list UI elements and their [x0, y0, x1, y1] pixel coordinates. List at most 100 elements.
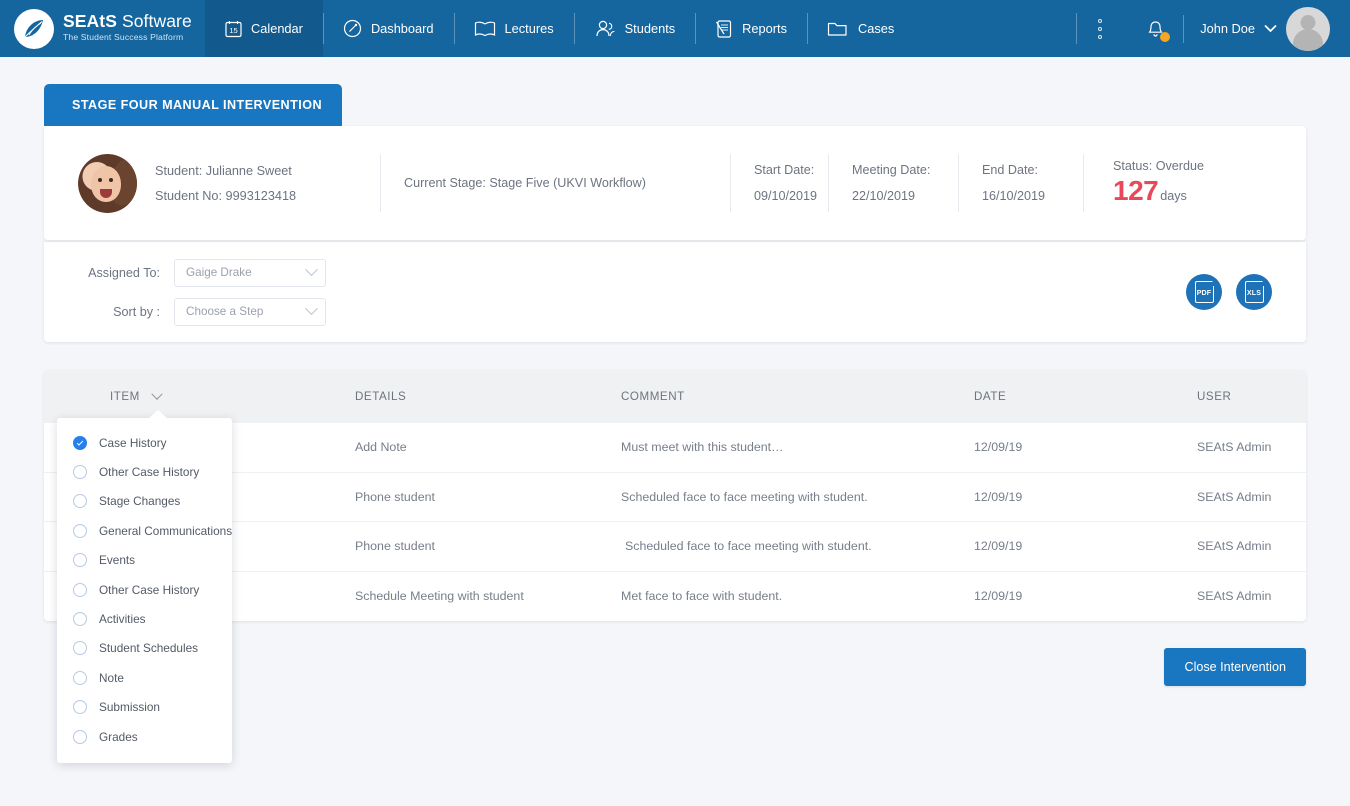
- svg-text:15: 15: [229, 26, 237, 35]
- nav-item-dashboard[interactable]: Dashboard: [322, 0, 454, 57]
- dropdown-option-events[interactable]: Events: [57, 546, 232, 575]
- pdf-file-icon: PDF: [1194, 280, 1215, 303]
- photo-mouth: [100, 188, 112, 198]
- cell-user: SEAtS Admin: [1197, 489, 1272, 504]
- dropdown-option-general-communications[interactable]: General Communications: [57, 516, 232, 545]
- close-intervention-button[interactable]: Close Intervention: [1164, 648, 1306, 686]
- avatar[interactable]: [1286, 6, 1330, 51]
- gauge-icon: [343, 19, 362, 38]
- nav-label-lectures: Lectures: [504, 21, 554, 36]
- dropdown-option-case-history[interactable]: Case History: [57, 428, 232, 457]
- student-number: Student No: 9993123418: [155, 188, 297, 203]
- dropdown-option-label: Activities: [99, 612, 146, 627]
- report-icon: [715, 19, 733, 39]
- stage-banner: STAGE FOUR MANUAL INTERVENTION: [44, 84, 342, 126]
- student-info-card: Student: Julianne Sweet Student No: 9993…: [44, 126, 1306, 240]
- export-xls-button[interactable]: XLS: [1236, 274, 1272, 310]
- radio-icon: [73, 494, 87, 509]
- table-row[interactable]: Phone student Scheduled face to face mee…: [44, 473, 1306, 522]
- dot-3: [1098, 34, 1103, 39]
- student-identity-block: Student: Julianne Sweet Student No: 9993…: [44, 126, 380, 240]
- avatar-head: [1300, 14, 1316, 30]
- student-photo: [78, 153, 137, 213]
- sort-by-label: Sort by :: [113, 304, 160, 319]
- nav-label-dashboard: Dashboard: [370, 21, 434, 36]
- nav-label-reports: Reports: [742, 21, 787, 36]
- end-date-value: 16/10/2019: [982, 189, 1046, 203]
- radio-icon: [73, 729, 87, 744]
- column-header-details: DETAILS: [355, 390, 407, 403]
- cell-date: 12/09/19: [974, 489, 1023, 504]
- item-filter-dropdown[interactable]: Case History Other Case History Stage Ch…: [57, 409, 232, 764]
- table-row[interactable]: Phone student Scheduled face to face mee…: [44, 522, 1306, 572]
- dropdown-option-submission[interactable]: Submission: [57, 693, 232, 722]
- sort-by-row: Sort by : Choose a Step: [78, 297, 326, 326]
- dropdown-option-stage-changes[interactable]: Stage Changes: [57, 487, 232, 516]
- footer-actions: Close Intervention: [44, 648, 1306, 686]
- radio-icon: [73, 465, 87, 480]
- brand-logo[interactable]: SEAtS Software The Student Success Platf…: [0, 0, 205, 57]
- dropdown-option-student-schedules[interactable]: Student Schedules: [57, 634, 232, 663]
- table-row[interactable]: Schedule Meeting with student Met face t…: [44, 572, 1306, 622]
- meeting-date-label: Meeting Date:: [852, 163, 931, 177]
- status-cell: Status: Overdue 127 days: [1083, 126, 1228, 240]
- dropdown-option-grades[interactable]: Grades: [57, 722, 232, 751]
- cell-details: Schedule Meeting with student: [355, 589, 524, 604]
- dropdown-option-note[interactable]: Note: [57, 663, 232, 692]
- start-date-cell: Start Date: 09/10/2019: [730, 126, 828, 240]
- dropdown-option-other-case-history[interactable]: Other Case History: [57, 457, 232, 486]
- dropdown-option-label: Note: [99, 670, 124, 685]
- filter-card: Assigned To: Gaige Drake Sort by : Choos…: [44, 241, 1306, 342]
- page-content: STAGE FOUR MANUAL INTERVENTION Student: …: [0, 84, 1350, 764]
- assigned-to-value: Gaige Drake: [186, 266, 252, 279]
- chevron-down-icon[interactable]: [151, 388, 163, 400]
- overdue-days-count: 127: [1113, 175, 1159, 206]
- user-menu[interactable]: John Doe: [1184, 6, 1340, 51]
- dropdown-option-activities[interactable]: Activities: [57, 604, 232, 633]
- dropdown-option-label: Student Schedules: [99, 641, 199, 656]
- cell-user: SEAtS Admin: [1197, 440, 1272, 455]
- assigned-to-select[interactable]: Gaige Drake: [174, 258, 326, 287]
- column-header-date: DATE: [974, 390, 1007, 403]
- nav-label-cases: Cases: [857, 21, 895, 36]
- filter-controls: Assigned To: Gaige Drake Sort by : Choos…: [78, 258, 326, 326]
- dropdown-option-other-case-history-2[interactable]: Other Case History: [57, 575, 232, 604]
- dot-1: [1098, 18, 1103, 23]
- radio-icon: [73, 612, 87, 627]
- export-pdf-label: PDF: [1196, 290, 1212, 297]
- table-row[interactable]: Add Note Must meet with this student… 12…: [44, 423, 1306, 473]
- table-header-row: ITEM DETAILS COMMENT DATE USER: [44, 370, 1306, 423]
- radio-selected-icon: [73, 435, 87, 450]
- notifications-button[interactable]: [1128, 19, 1183, 42]
- photo-eye-right: [109, 177, 113, 182]
- chevron-down-icon: [1264, 20, 1277, 38]
- nav-item-reports[interactable]: Reports: [695, 0, 807, 57]
- cell-user: SEAtS Admin: [1197, 539, 1272, 554]
- column-header-item[interactable]: ITEM: [44, 388, 355, 403]
- radio-icon: [73, 700, 87, 715]
- people-icon: [594, 19, 616, 38]
- export-pdf-button[interactable]: PDF: [1186, 274, 1222, 310]
- radio-icon: [73, 523, 87, 538]
- nav-item-students[interactable]: Students: [573, 0, 696, 57]
- nav-item-lectures[interactable]: Lectures: [453, 0, 574, 57]
- table-body: Add Note Must meet with this student… 12…: [44, 423, 1306, 621]
- assigned-to-label: Assigned To:: [88, 265, 160, 280]
- end-date-label: End Date:: [982, 163, 1039, 177]
- nav-item-calendar[interactable]: 15 Calendar: [205, 0, 323, 57]
- column-header-comment: COMMENT: [621, 390, 685, 403]
- book-icon: [474, 20, 496, 38]
- photo-eye-left: [98, 177, 102, 182]
- cell-details: Phone student: [355, 489, 435, 504]
- radio-icon: [73, 670, 87, 685]
- more-options-button[interactable]: [1076, 0, 1128, 57]
- cell-date: 12/09/19: [974, 440, 1023, 455]
- dropdown-option-label: Events: [99, 553, 136, 568]
- brand-name: SEAtS Software: [63, 10, 192, 31]
- overdue-days-unit: days: [1160, 189, 1187, 203]
- dropdown-option-label: Other Case History: [99, 582, 200, 597]
- sort-by-select[interactable]: Choose a Step: [174, 297, 326, 326]
- dropdown-option-label: Case History: [99, 435, 167, 450]
- top-navigation-bar: SEAtS Software The Student Success Platf…: [0, 0, 1350, 57]
- nav-item-cases[interactable]: Cases: [806, 0, 914, 57]
